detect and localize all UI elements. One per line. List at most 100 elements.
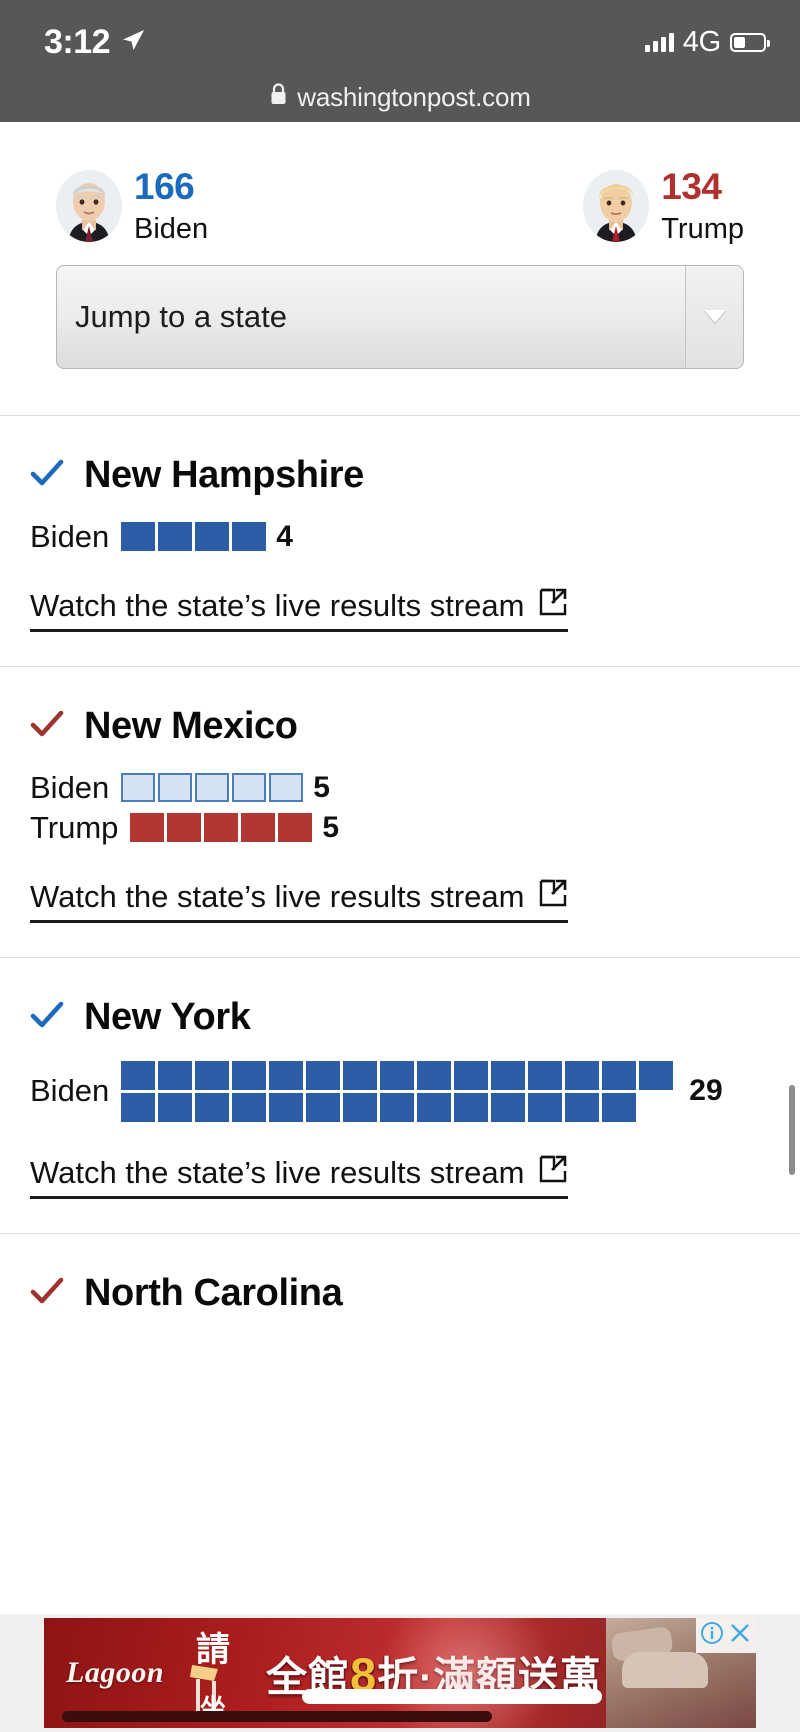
live-results-stream-link[interactable]: Watch the state’s live results stream (30, 878, 569, 923)
ad-close-icon[interactable] (727, 1620, 753, 1651)
trump-text: 134 Trump (661, 166, 744, 249)
electoral-vote-box (306, 1060, 341, 1090)
electoral-vote-box (232, 1092, 267, 1122)
location-arrow-icon (120, 27, 146, 58)
electoral-vote-box (565, 1092, 600, 1122)
electoral-vote-box (491, 1060, 526, 1090)
ad-info-icon[interactable] (699, 1620, 725, 1651)
electoral-vote-boxes (130, 813, 313, 843)
electoral-vote-box (528, 1092, 563, 1122)
trump-avatar (583, 170, 650, 242)
electoral-vote-box (269, 1060, 304, 1090)
ios-status-bar: 3:12 4G (0, 0, 800, 72)
electoral-vote-rows: Biden 5 Trump 5 (30, 770, 770, 846)
electoral-vote-box (130, 813, 165, 843)
biden-avatar (56, 170, 122, 242)
state-block: New Mexico Biden 5 Trump 5 Watch the state’s … (0, 667, 800, 957)
state-block: New York Biden 29 Watch the state’s live re… (0, 958, 800, 1233)
electoral-vote-box (232, 522, 267, 552)
external-link-icon (538, 587, 568, 625)
electoral-vote-box (195, 1060, 230, 1090)
battery-icon (730, 32, 770, 52)
status-bar-left: 3:12 (44, 25, 146, 59)
jump-to-state-wrapper: Jump to a state (0, 249, 800, 369)
status-bar-right: 4G (644, 25, 770, 59)
electoral-vote-row: Biden 5 (30, 770, 770, 806)
electoral-vote-box (204, 813, 239, 843)
electoral-vote-total: 29 (689, 1074, 723, 1108)
electoral-vote-box (269, 1092, 304, 1122)
browser-chrome: 3:12 4G washingtonpost.com (0, 0, 800, 122)
page-content: 166 Biden 134 Trump Jump to a state New … (0, 122, 800, 1732)
electoral-vote-total: 5 (322, 810, 340, 844)
electoral-vote-box (565, 1060, 600, 1090)
electoral-vote-box (417, 1060, 452, 1090)
electoral-vote-box (639, 1060, 674, 1090)
external-link-icon (538, 1154, 568, 1192)
electoral-vote-boxes (121, 773, 304, 803)
electoral-vote-total: 4 (276, 519, 293, 553)
url-text: washingtonpost.com (297, 81, 531, 112)
chevron-down-icon[interactable] (685, 265, 743, 368)
electoral-vote-box (121, 522, 156, 552)
jump-to-state-select[interactable]: Jump to a state (56, 264, 744, 369)
carrier-label: 4G (682, 25, 721, 58)
electoral-vote-box (158, 522, 193, 552)
live-results-stream-label: Watch the state’s live results stream (30, 1154, 525, 1190)
state-name: New Hampshire (84, 453, 364, 496)
electoral-vote-box (241, 813, 276, 843)
checkmark-icon (30, 708, 64, 745)
electoral-vote-row: Biden 29 (30, 1060, 770, 1122)
url-bar[interactable]: washingtonpost.com (0, 72, 800, 122)
ad-creative[interactable]: Lagoon 請 坐 全館8折·滿額送萬 (44, 1618, 756, 1728)
checkmark-icon (30, 457, 64, 494)
electoral-vote-box (380, 1092, 415, 1122)
electoral-vote-box (195, 1092, 230, 1122)
state-block: North Carolina (0, 1234, 800, 1349)
state-block: New Hampshire Biden 4 Watch the state’s liv… (0, 416, 800, 666)
status-bar-clock: 3:12 (44, 23, 111, 61)
ad-controls[interactable] (696, 1618, 756, 1653)
electoral-vote-box (454, 1060, 489, 1090)
ad-banner[interactable]: Lagoon 請 坐 全館8折·滿額送萬 (0, 1614, 800, 1732)
ad-white-bar (302, 1689, 602, 1704)
electoral-vote-box (158, 1092, 193, 1122)
electoral-vote-box (195, 773, 230, 803)
checkmark-icon (30, 999, 64, 1036)
live-results-stream-label: Watch the state’s live results stream (30, 587, 525, 623)
electoral-vote-box (343, 1092, 378, 1122)
candidate-label: Biden (30, 769, 110, 805)
scoreboard-trump[interactable]: 134 Trump (583, 166, 744, 249)
checkmark-icon (30, 1275, 64, 1312)
state-name: New Mexico (84, 704, 298, 747)
live-results-stream-link[interactable]: Watch the state’s live results stream (30, 1154, 569, 1199)
electoral-vote-total: 5 (313, 770, 330, 804)
candidate-label: Biden (30, 518, 110, 554)
electoral-vote-box (158, 1060, 193, 1090)
electoral-vote-box (121, 1092, 156, 1122)
electoral-vote-box (528, 1060, 563, 1090)
ad-brand-logo: Lagoon (66, 1656, 165, 1689)
state-name: New York (84, 995, 251, 1038)
electoral-vote-box (602, 1060, 637, 1090)
electoral-vote-row: Trump 5 (30, 810, 770, 846)
state-header: New Hampshire (30, 454, 770, 497)
electoral-vote-row: Biden 4 (30, 519, 770, 555)
cellular-signal-icon (644, 32, 674, 52)
trump-electoral-count: 134 (661, 166, 722, 207)
electoral-vote-box (158, 773, 193, 803)
page-scrollbar[interactable] (789, 1085, 795, 1175)
biden-electoral-count: 166 (134, 166, 195, 207)
electoral-vote-box (380, 1060, 415, 1090)
electoral-vote-box (167, 813, 202, 843)
electoral-vote-box (602, 1092, 637, 1122)
live-results-stream-link[interactable]: Watch the state’s live results stream (30, 587, 569, 632)
electoral-vote-rows: Biden 4 (30, 519, 770, 555)
electoral-vote-box (195, 522, 230, 552)
jump-to-state-label: Jump to a state (75, 298, 287, 334)
electoral-vote-boxes (121, 522, 267, 552)
scoreboard-biden[interactable]: 166 Biden (56, 166, 208, 249)
trump-name: Trump (661, 212, 744, 245)
svg-text:請: 請 (196, 1630, 230, 1670)
state-header: North Carolina (30, 1272, 770, 1315)
